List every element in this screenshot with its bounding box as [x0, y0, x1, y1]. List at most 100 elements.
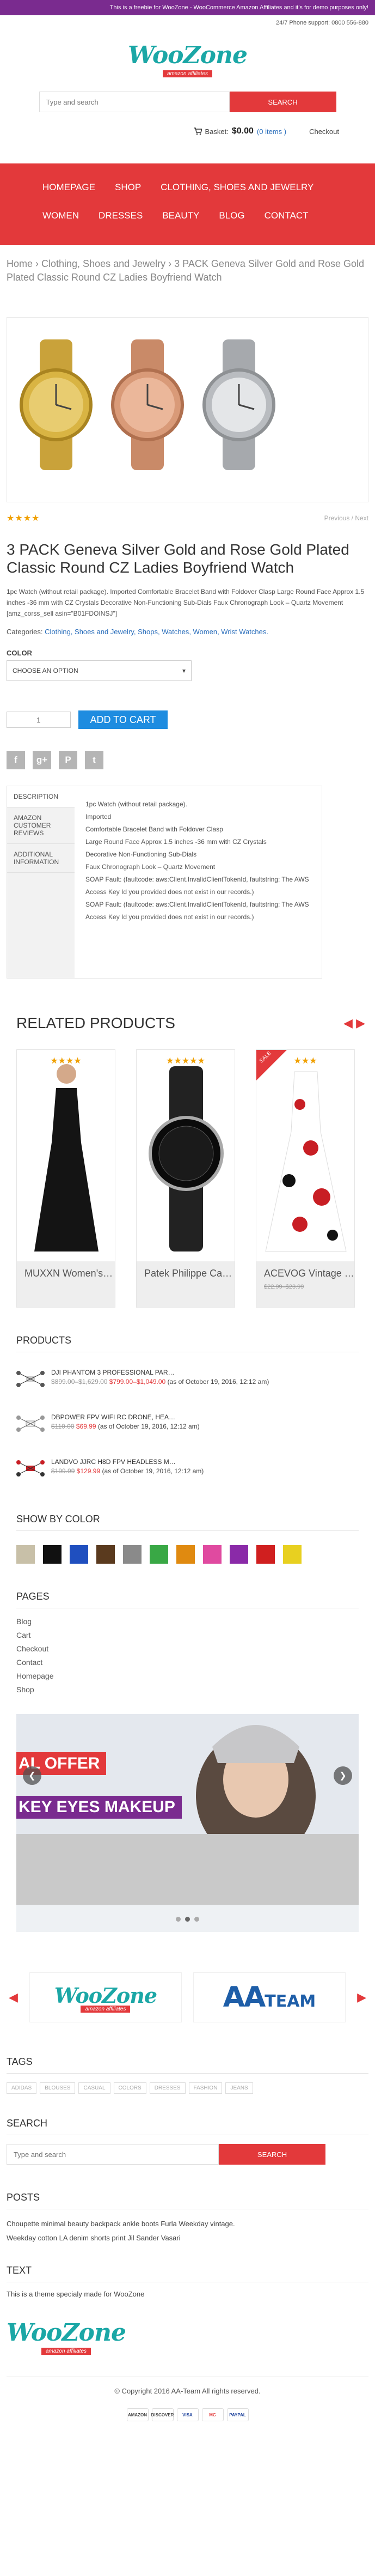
product-list-item[interactable]: DBPOWER FPV WIFI RC DRONE, HEA… $110.00 … [16, 1397, 359, 1442]
posts-title: POSTS [7, 2192, 40, 2203]
partners-prev-icon[interactable]: ◀ [9, 1990, 18, 2004]
page-link[interactable]: Shop [16, 1683, 359, 1697]
text-widget-title: TEXT [7, 2265, 32, 2276]
color-swatch[interactable] [16, 1545, 35, 1564]
tag-link[interactable]: DRESSES [149, 2082, 186, 2094]
tab-panel-description: 1pc Watch (without retail package). Impo… [75, 786, 322, 978]
nav-contact[interactable]: CONTACT [255, 202, 318, 230]
color-swatch[interactable] [150, 1545, 168, 1564]
product-list-item[interactable]: DJI PHANTOM 3 PROFESSIONAL PAR… $899.00–… [16, 1352, 359, 1397]
desc-line: Faux Chronograph Look – Quartz Movement [85, 863, 216, 871]
prev-arrow-icon[interactable]: ◀ [343, 1016, 353, 1030]
footer-logo[interactable]: WooZone amazon affiliates [7, 2320, 126, 2355]
color-swatch[interactable] [96, 1545, 115, 1564]
page-link[interactable]: Cart [16, 1629, 359, 1642]
related-card[interactable]: SALE ★★★ ACEVOG Vintage … $22.99–$23.99 [256, 1049, 355, 1308]
logo-word: WooZone [128, 41, 248, 69]
tag-link[interactable]: CASUAL [78, 2082, 110, 2094]
footer-search-button[interactable]: SEARCH [219, 2144, 325, 2165]
quantity-input[interactable]: 1 [7, 712, 71, 728]
breadcrumb-home[interactable]: Home [7, 258, 33, 269]
product-gallery[interactable] [7, 317, 368, 502]
partner-woozone[interactable]: WooZone amazon affiliates [29, 1972, 182, 2022]
twitter-icon[interactable]: t [85, 751, 103, 769]
color-swatch[interactable] [283, 1545, 302, 1564]
post-link[interactable]: Weekday cotton LA denim shorts print Jil… [7, 2231, 362, 2245]
footer-search: SEARCH [7, 2135, 368, 2165]
search-button[interactable]: SEARCH [229, 92, 336, 112]
desc-line: SOAP Fault: (faultcode: aws:Client.Inval… [85, 876, 309, 896]
nav-clothing[interactable]: CLOTHING, SHOES AND JEWELRY [151, 173, 323, 202]
slider-next-icon[interactable]: ❯ [334, 1766, 352, 1785]
list-new-price: $69.99 [76, 1423, 96, 1430]
prev-next-links[interactable]: Previous / Next [324, 514, 368, 522]
slider-prev-icon[interactable]: ❮ [23, 1766, 41, 1785]
list-item-name: DJI PHANTOM 3 PROFESSIONAL PAR… [51, 1369, 175, 1376]
related-card[interactable]: ★★★★★ Patek Philippe Ca… [136, 1049, 235, 1308]
tag-link[interactable]: ADIDAS [7, 2082, 37, 2094]
nav-shop[interactable]: SHOP [105, 173, 151, 202]
breadcrumb-category[interactable]: Clothing, Shoes and Jewelry [41, 258, 165, 269]
color-swatch[interactable] [123, 1545, 142, 1564]
page-link[interactable]: Contact [16, 1656, 359, 1669]
basket-items-link[interactable]: (0 items ) [257, 127, 286, 136]
amazon-pay-icon: AMAZON [126, 2408, 149, 2421]
related-image-dress: ★★★★ [17, 1050, 115, 1261]
tag-link[interactable]: COLORS [113, 2082, 146, 2094]
search-input[interactable] [39, 92, 230, 112]
nav-women[interactable]: WOMEN [33, 202, 89, 230]
cart-icon[interactable] [193, 127, 202, 136]
slider-dot[interactable] [194, 1917, 199, 1922]
partners-next-icon[interactable]: ▶ [357, 1990, 366, 2004]
card-name: MUXXN Women's… [17, 1261, 115, 1308]
color-swatch[interactable] [203, 1545, 222, 1564]
nav-homepage[interactable]: HOMEPAGE [33, 173, 105, 202]
next-arrow-icon[interactable]: ▶ [356, 1016, 365, 1030]
facebook-icon[interactable]: f [7, 751, 25, 769]
footer-search-input[interactable] [7, 2144, 219, 2165]
tag-link[interactable]: JEANS [225, 2082, 253, 2094]
nav-dresses[interactable]: DRESSES [89, 202, 152, 230]
color-swatch[interactable] [70, 1545, 88, 1564]
post-link[interactable]: Choupette minimal beauty backpack ankle … [7, 2217, 362, 2231]
tag-link[interactable]: BLOUSES [40, 2082, 76, 2094]
nav-beauty[interactable]: BEAUTY [152, 202, 209, 230]
color-widget-title: SHOW BY COLOR [16, 1486, 359, 1531]
promo-slider[interactable]: AL OFFER KEY EYES MAKEUP ❮ ❯ [16, 1714, 359, 1932]
page-link[interactable]: Checkout [16, 1642, 359, 1656]
site-logo[interactable]: WooZone amazon affiliates [128, 41, 248, 77]
color-swatch[interactable] [256, 1545, 275, 1564]
nav-blog[interactable]: BLOG [209, 202, 254, 230]
discover-icon: DISCOVER [151, 2408, 174, 2421]
silver-watch-image [202, 339, 275, 470]
google-plus-icon[interactable]: g+ [33, 751, 51, 769]
top-notice-bar: This is a freebie for WooZone - WooComme… [0, 0, 375, 15]
product-list-item[interactable]: LANDVO JJRC H8D FPV HEADLESS M… $199.99 … [16, 1442, 359, 1486]
color-swatch[interactable] [230, 1545, 248, 1564]
tab-reviews[interactable]: AMAZON CUSTOMER REVIEWS [7, 807, 75, 844]
paypal-icon: PAYPAL [226, 2408, 249, 2421]
related-products: ★★★★ MUXXN Women's… ★★★★★ Patek Philippe… [0, 1032, 375, 1308]
slider-dot[interactable] [176, 1917, 181, 1922]
color-swatch[interactable] [176, 1545, 195, 1564]
page-link[interactable]: Homepage [16, 1669, 359, 1683]
add-to-cart-button[interactable]: ADD TO CART [78, 710, 168, 729]
list-old-price: $199.99 [51, 1467, 75, 1475]
page-link[interactable]: Blog [16, 1615, 359, 1629]
pinterest-icon[interactable]: P [59, 751, 77, 769]
tab-description[interactable]: DESCRIPTION [7, 786, 75, 807]
product-short-description: 1pc Watch (without retail package). Impo… [7, 588, 365, 617]
slider-dot[interactable] [185, 1917, 190, 1922]
tab-additional-info[interactable]: ADDITIONAL INFORMATION [7, 844, 75, 873]
pages-list: Blog Cart Checkout Contact Homepage Shop [0, 1608, 375, 1697]
tag-link[interactable]: FASHION [188, 2082, 223, 2094]
categories-links[interactable]: Clothing, Shoes and Jewelry, Shops, Watc… [45, 628, 268, 636]
color-swatch[interactable] [43, 1545, 62, 1564]
checkout-link[interactable]: Checkout [309, 127, 339, 136]
related-image-floral-dress: ★★★ [256, 1050, 354, 1261]
categories-label: Categories: [7, 628, 43, 636]
add-to-cart-form: 1 ADD TO CART [0, 681, 375, 729]
related-card[interactable]: ★★★★ MUXXN Women's… [16, 1049, 115, 1308]
partner-aateam[interactable]: AATEAM [193, 1972, 346, 2022]
color-select[interactable]: CHOOSE AN OPTION ▾ [7, 660, 192, 681]
